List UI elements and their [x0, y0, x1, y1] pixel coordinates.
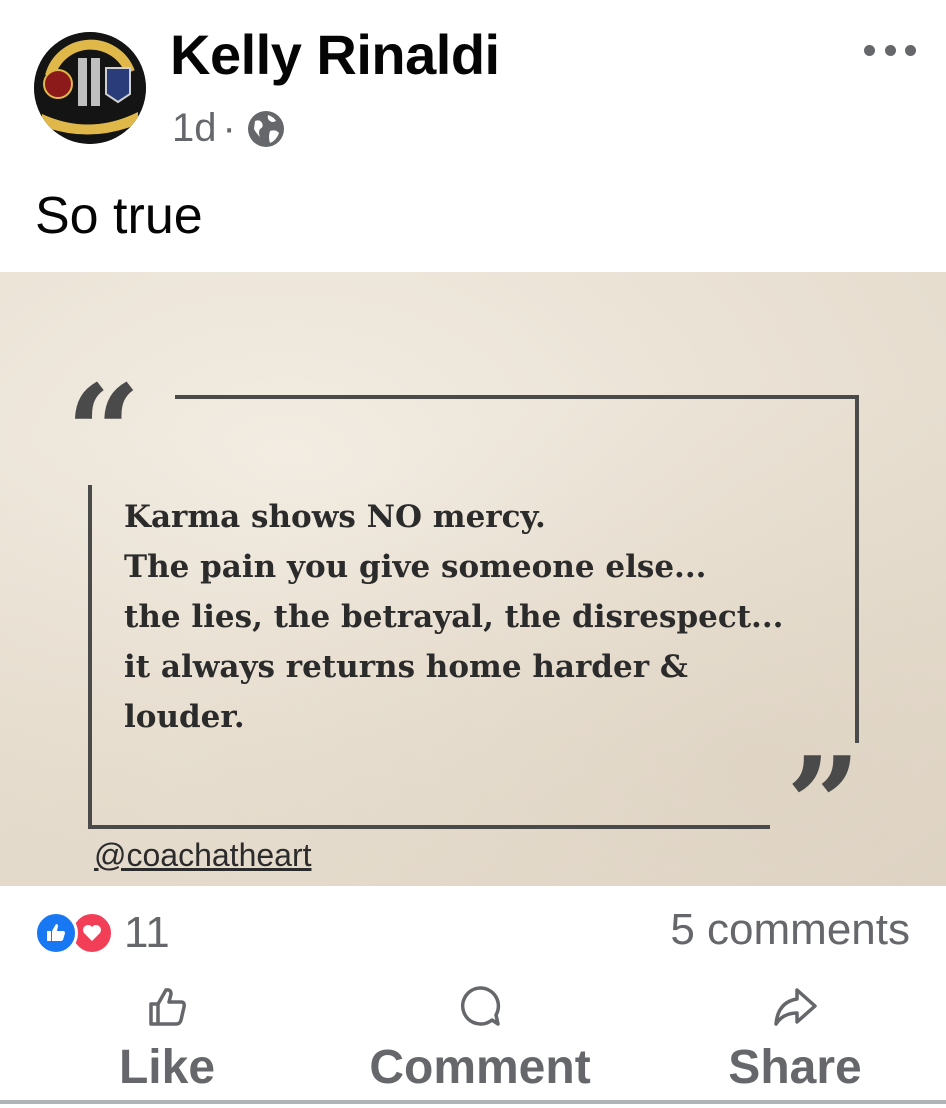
image-handle: @coachatheart: [94, 837, 312, 873]
dot-icon: [905, 44, 916, 56]
author-name[interactable]: Kelly Rinaldi: [170, 22, 500, 87]
quote-line: it always returns home harder &: [124, 649, 688, 685]
shared-quote-image[interactable]: “ Karma shows NO mercy. The pain you giv…: [0, 272, 946, 886]
like-button[interactable]: Like: [100, 982, 234, 1095]
quote-line: the lies, the betrayal, the disrespect..…: [124, 599, 784, 635]
reaction-count: 11: [124, 908, 170, 957]
quote-line: The pain you give someone else...: [124, 549, 707, 585]
comment-bubble-icon: [460, 986, 501, 1026]
quote-line: louder.: [124, 699, 245, 735]
thumbs-up-icon: [149, 988, 186, 1026]
close-quote-mark: ”: [786, 728, 861, 881]
post-caption: So true: [35, 187, 203, 245]
divider: [0, 1100, 946, 1104]
comment-label: Comment: [369, 1041, 591, 1094]
share-button[interactable]: Share: [712, 982, 878, 1095]
open-quote-mark: “: [66, 356, 141, 509]
post-time[interactable]: 1d: [172, 106, 217, 151]
quote-line: Karma shows NO mercy.: [124, 499, 546, 535]
globe-icon[interactable]: [246, 109, 286, 149]
comment-button[interactable]: Comment: [355, 982, 605, 1095]
dot-icon: [864, 44, 875, 56]
reactions-summary[interactable]: 11: [34, 908, 170, 958]
more-options-button[interactable]: [864, 36, 916, 64]
meta-separator: ·: [222, 106, 236, 150]
share-label: Share: [728, 1041, 862, 1094]
frame-line: [175, 395, 859, 399]
author-avatar[interactable]: [34, 32, 146, 144]
dot-icon: [884, 44, 896, 56]
share-arrow-icon: [774, 988, 817, 1026]
quote-text: Karma shows NO mercy. The pain you give …: [124, 492, 824, 742]
frame-line: [88, 825, 770, 829]
frame-line: [88, 485, 92, 829]
frame-line: [855, 395, 859, 743]
post-meta: 1d ·: [172, 106, 286, 151]
like-reaction-icon: [34, 911, 78, 955]
comments-count-link[interactable]: 5 comments: [670, 905, 910, 955]
memorial-badge-icon: [34, 32, 146, 144]
like-label: Like: [118, 1041, 216, 1094]
